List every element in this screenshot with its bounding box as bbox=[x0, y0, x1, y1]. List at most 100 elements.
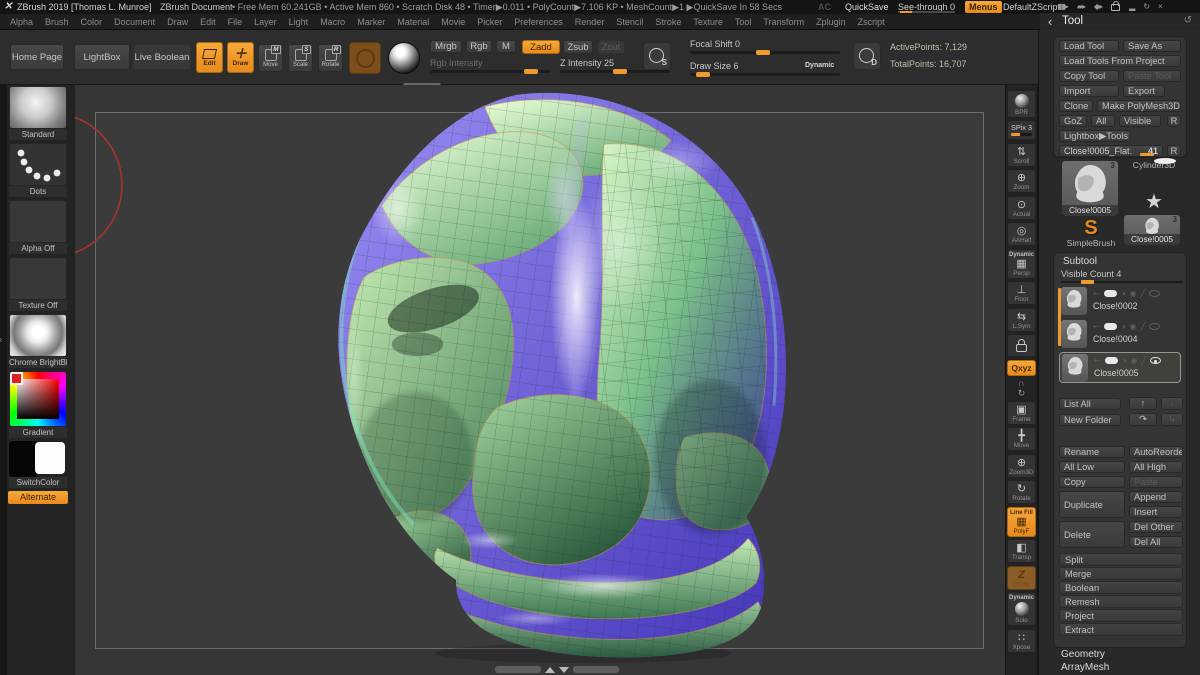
link-icon[interactable]: ⇠ bbox=[1094, 356, 1101, 365]
subtool-close0002[interactable]: ⇠◑◉╱ Close!0002 bbox=[1059, 286, 1181, 317]
tray-collapse-icon[interactable]: « bbox=[0, 337, 6, 342]
tray-thumbnail[interactable] bbox=[9, 200, 67, 243]
subtool-section-row[interactable]: Split bbox=[1059, 553, 1183, 566]
tray-thumbnail[interactable] bbox=[9, 441, 67, 477]
focal-shift-nub[interactable] bbox=[756, 50, 770, 55]
polypaint-icon[interactable]: ◉ bbox=[1130, 289, 1137, 298]
material-presets-icon[interactable]: ▰▸ bbox=[1077, 0, 1085, 14]
zoom-button[interactable]: ⊕ Zoom bbox=[1007, 169, 1036, 193]
lock-icon[interactable] bbox=[1111, 4, 1120, 11]
focal-shift-slider[interactable]: Focal Shift 0 bbox=[690, 39, 840, 54]
minimize-icon[interactable]: ▂ bbox=[1129, 0, 1134, 14]
new-folder-button[interactable]: New Folder bbox=[1059, 414, 1121, 426]
active-tool-slider[interactable]: Close!0005_Flat.41 bbox=[1059, 145, 1163, 157]
zadd-button[interactable]: Zadd bbox=[522, 40, 560, 54]
see-through-track[interactable] bbox=[898, 11, 955, 13]
tray-thumbnail[interactable] bbox=[9, 257, 67, 300]
link-icon[interactable]: ⇠ bbox=[1093, 289, 1100, 298]
left-tray-divider[interactable]: « bbox=[0, 85, 7, 675]
move-gizmo-button[interactable]: MMove bbox=[258, 44, 283, 72]
menu-item[interactable]: Marker bbox=[357, 14, 385, 30]
polypaint-icon[interactable]: ◉ bbox=[1130, 322, 1137, 331]
del-all-button[interactable]: Del All bbox=[1129, 536, 1183, 548]
visible-count-slider[interactable] bbox=[1061, 281, 1183, 283]
material-sphere-button[interactable] bbox=[388, 42, 420, 74]
rgb-button[interactable]: Rgb bbox=[466, 40, 492, 53]
subtool-section-row[interactable]: Extract bbox=[1059, 623, 1183, 636]
helmet-model[interactable] bbox=[75, 85, 1005, 675]
menu-item[interactable]: Alpha bbox=[10, 14, 33, 30]
palette-hook-icon[interactable]: ‹ bbox=[1048, 14, 1052, 29]
rotate-button[interactable]: ↻ Rotate bbox=[1007, 480, 1036, 504]
cylinder3d-tool[interactable]: Cylinder3D bbox=[1125, 160, 1183, 170]
paste-tool-button[interactable]: Paste Tool bbox=[1123, 70, 1181, 82]
menu-item[interactable]: Tool bbox=[735, 14, 752, 30]
zoom3d-button[interactable]: ⊕ Zoom3D bbox=[1007, 454, 1036, 478]
menu-item[interactable]: Render bbox=[575, 14, 605, 30]
stroke-type-button[interactable] bbox=[349, 42, 381, 74]
goz-visible-button[interactable]: Visible bbox=[1119, 115, 1161, 127]
tray-thumbnail[interactable] bbox=[9, 86, 67, 129]
active-tool-nub[interactable] bbox=[1140, 153, 1154, 156]
rgb-intensity-nub[interactable] bbox=[524, 69, 538, 74]
mrgb-button[interactable]: Mrgb bbox=[430, 40, 462, 53]
edit-button[interactable]: Edit bbox=[196, 42, 223, 73]
stroke-dots[interactable]: Dots bbox=[9, 143, 71, 197]
delete-button[interactable]: Delete bbox=[1059, 521, 1125, 548]
focal-shift-icon[interactable] bbox=[643, 42, 671, 70]
import-button[interactable]: Import bbox=[1059, 85, 1119, 97]
eye-icon[interactable] bbox=[1150, 357, 1161, 364]
color-gradient-picker[interactable]: Gradient bbox=[9, 371, 71, 438]
current-tool-thumbnail[interactable]: 3 Close!0005 bbox=[1061, 160, 1119, 217]
aahalf-button[interactable]: ◎ AAHalf bbox=[1007, 222, 1036, 246]
subtool-close0005[interactable]: ⇠◑◉╱ Close!0005 bbox=[1059, 352, 1181, 383]
autoreorder-button[interactable]: AutoReorder bbox=[1129, 446, 1183, 458]
live-boolean-button[interactable]: Live Boolean bbox=[133, 44, 191, 70]
copy-tool-button[interactable]: Copy Tool bbox=[1059, 70, 1119, 82]
z-intensity-nub[interactable] bbox=[613, 69, 627, 74]
tray-expand-up-icon[interactable] bbox=[545, 667, 555, 673]
menu-item[interactable]: Picker bbox=[477, 14, 502, 30]
menu-item[interactable]: Material bbox=[397, 14, 429, 30]
alpha-off[interactable]: Alpha Off bbox=[9, 200, 71, 254]
subtool-down-button[interactable]: ↓ bbox=[1161, 397, 1183, 410]
brush-icon[interactable]: ╱ bbox=[1141, 322, 1146, 331]
menu-item[interactable]: Color bbox=[81, 14, 103, 30]
subtool-up-button[interactable]: ↑ bbox=[1129, 397, 1157, 410]
transparency-button[interactable]: ◧ Transp bbox=[1007, 539, 1036, 563]
ui-config-icon[interactable]: ◆▸ bbox=[1094, 0, 1102, 14]
menu-item[interactable]: Draw bbox=[167, 14, 188, 30]
subtool-section-row[interactable]: Boolean bbox=[1059, 581, 1183, 594]
close-icon[interactable]: × bbox=[1158, 0, 1162, 14]
m-button[interactable]: M bbox=[496, 40, 516, 53]
goz-all-button[interactable]: All bbox=[1091, 115, 1115, 127]
floor-button[interactable]: ⊥ Floor bbox=[1007, 281, 1036, 305]
save-as-button[interactable]: Save As bbox=[1123, 40, 1181, 52]
tray-handle-bar[interactable] bbox=[495, 666, 541, 673]
subtool-section-row[interactable]: Merge bbox=[1059, 567, 1183, 580]
switch-color[interactable]: SwitchColor bbox=[9, 441, 71, 488]
all-high-button[interactable]: All High bbox=[1129, 461, 1183, 473]
duplicate-button[interactable]: Duplicate bbox=[1059, 491, 1125, 518]
load-tool-button[interactable]: Load Tool bbox=[1059, 40, 1119, 52]
persp-button[interactable]: Dynamic ▦ Persp bbox=[1007, 249, 1036, 279]
material-chrome-brightbl[interactable]: Chrome BrightBl bbox=[9, 314, 71, 368]
eye-icon[interactable] bbox=[1149, 323, 1160, 330]
canvas[interactable] bbox=[75, 85, 1005, 675]
menu-item[interactable]: Layer bbox=[254, 14, 277, 30]
polyframe-button[interactable]: Line Fill ▦ PolyF bbox=[1007, 507, 1036, 537]
xpose-button[interactable]: ∷ Xpose bbox=[1007, 629, 1036, 653]
goz-button[interactable]: GoZ bbox=[1059, 115, 1087, 127]
goz-r-button[interactable]: R bbox=[1167, 115, 1181, 127]
local-symmetry-button[interactable]: ⇆ L.Sym bbox=[1007, 308, 1036, 332]
visible-count-nub[interactable] bbox=[1081, 280, 1094, 284]
see-through-nub[interactable] bbox=[900, 11, 912, 13]
rotate-gizmo-button[interactable]: RRotate bbox=[318, 44, 343, 72]
export-button[interactable]: Export bbox=[1123, 85, 1165, 97]
brush-presets-icon[interactable]: ▮▮▸ bbox=[1058, 0, 1068, 14]
palette-link[interactable]: ArrayMesh bbox=[1053, 661, 1109, 674]
canvas-tray-handle[interactable] bbox=[495, 666, 619, 673]
simplebrush-tool[interactable]: S SimpleBrush bbox=[1061, 218, 1121, 248]
menu-item[interactable]: Document bbox=[114, 14, 155, 30]
zcut-button[interactable]: Zcut bbox=[597, 40, 625, 54]
